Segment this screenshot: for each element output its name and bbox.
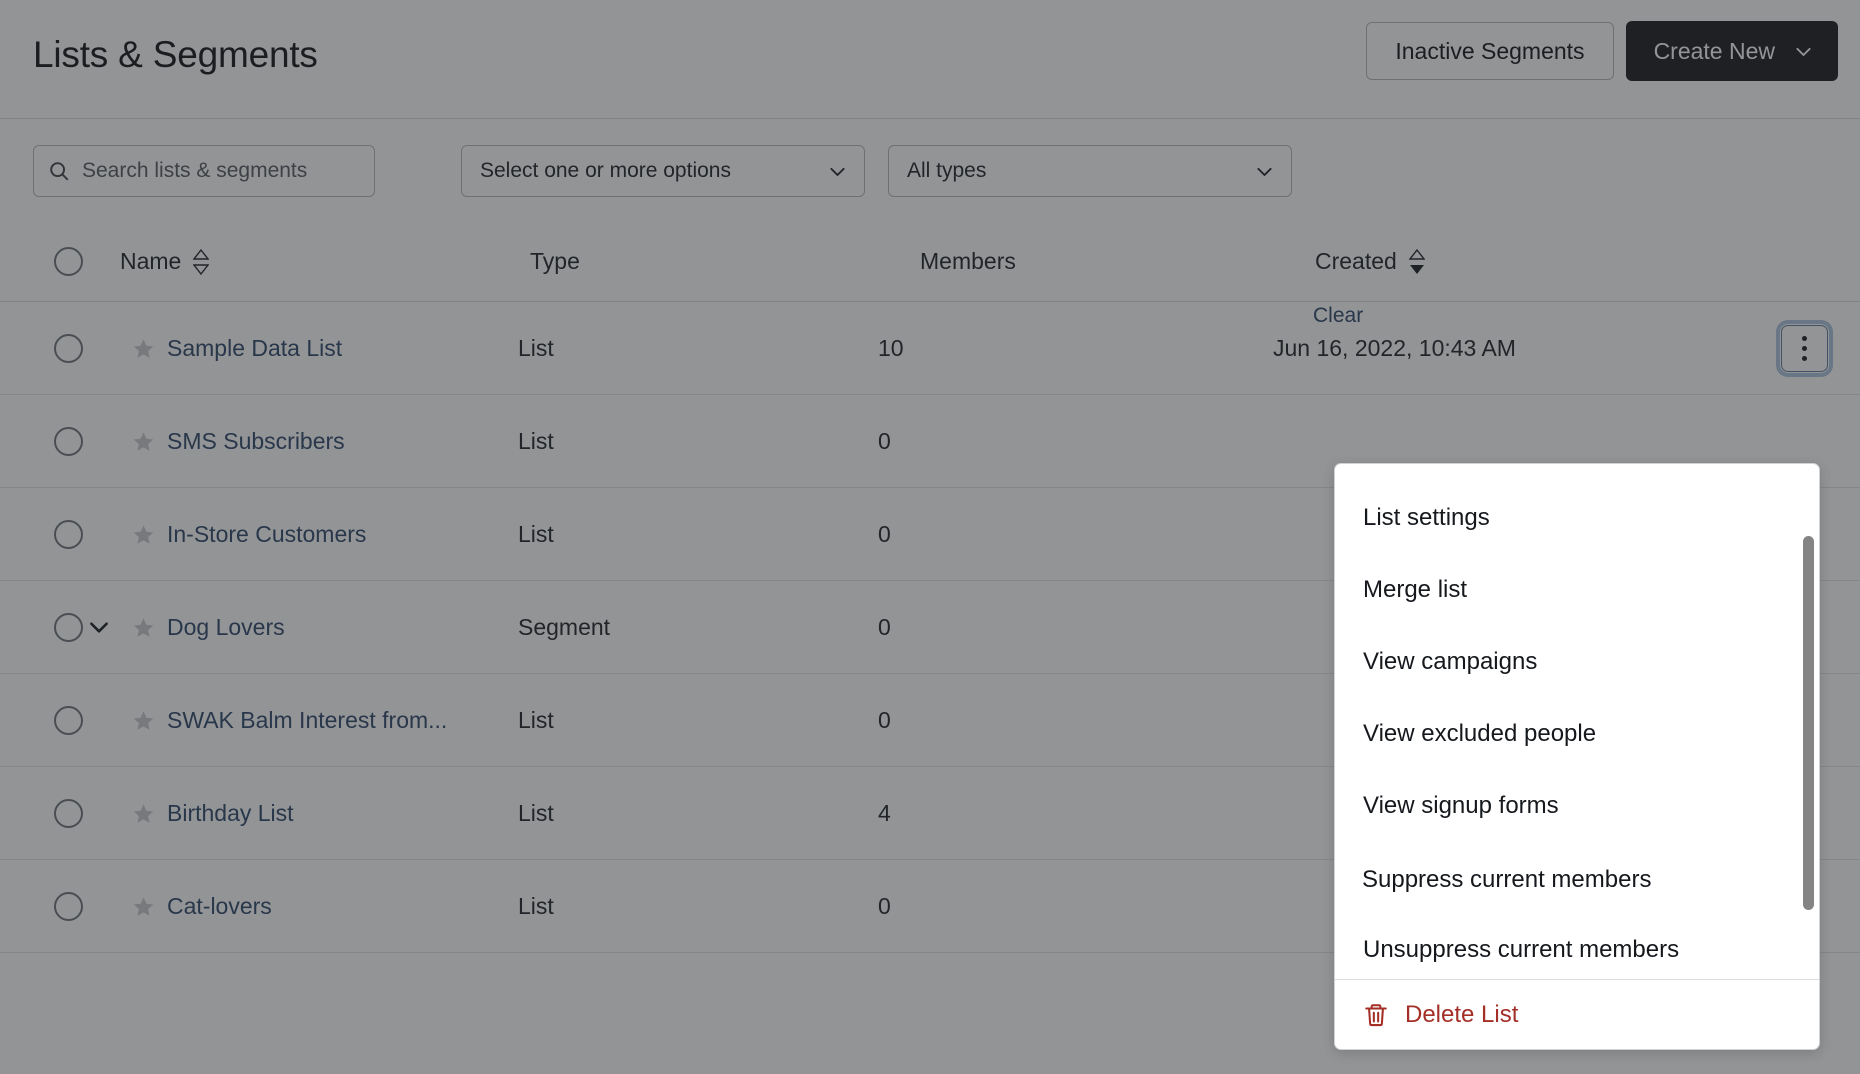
menu-scrollbar-thumb[interactable] [1803, 536, 1814, 910]
row-context-menu: List settingsMerge listView campaignsVie… [1334, 463, 1820, 1050]
lists-and-segments-screen: Lists & Segments Inactive Segments Creat… [0, 0, 1860, 1074]
menu-item-suppress-current-members[interactable]: Suppress current members [1335, 848, 1791, 912]
menu-item[interactable]: List settings [1335, 482, 1819, 554]
trash-icon [1363, 1002, 1389, 1028]
menu-item[interactable]: View excluded people [1335, 698, 1819, 770]
delete-list-label: Delete List [1405, 1001, 1518, 1029]
menu-item[interactable]: Merge list [1335, 554, 1819, 626]
menu-item[interactable]: View signup forms [1335, 770, 1819, 842]
menu-item[interactable]: View campaigns [1335, 626, 1819, 698]
menu-item-delete-list[interactable]: Delete List [1335, 980, 1819, 1050]
menu-item[interactable]: Unsuppress current members [1335, 914, 1819, 979]
